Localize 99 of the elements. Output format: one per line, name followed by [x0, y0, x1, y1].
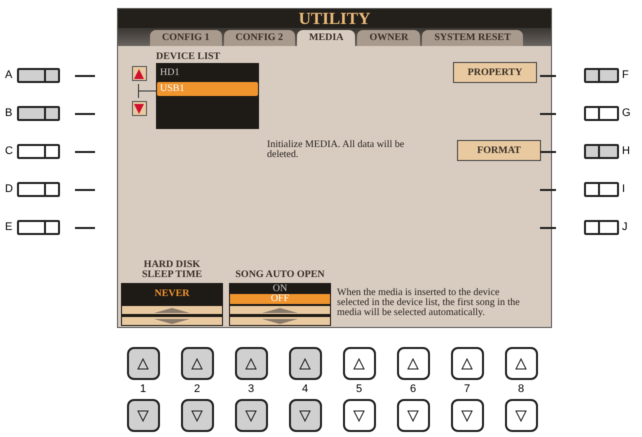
button-label: G	[622, 106, 630, 122]
tab[interactable]: CONFIG 1	[150, 30, 222, 46]
down-arrow-icon	[133, 102, 145, 114]
option-item[interactable]: ON	[230, 284, 330, 294]
button-number: 6	[410, 383, 416, 396]
tab[interactable]: OWNER	[357, 30, 420, 46]
down-button[interactable]	[126, 399, 160, 432]
up-arrow-icon	[133, 68, 145, 80]
tab[interactable]: CONFIG 2	[224, 30, 295, 46]
song-auto-open-help: When the media is inserted to the device selected in the device list, the first song in the media will be selected automatically.	[337, 288, 521, 320]
up-button[interactable]	[504, 347, 538, 380]
up-button[interactable]	[234, 347, 268, 380]
button-label: F	[622, 68, 630, 84]
panel-button[interactable]	[17, 106, 60, 121]
button-number: 4	[302, 383, 308, 396]
up-arrow-icon	[461, 358, 473, 370]
button-label: E	[5, 220, 13, 236]
tree-connector-icon	[138, 84, 156, 98]
down-arrow-icon	[137, 410, 149, 422]
leader-line	[540, 112, 556, 114]
leader-line	[75, 150, 95, 152]
up-arrow-icon	[515, 358, 527, 370]
button-number: 3	[248, 383, 254, 396]
up-arrow-icon	[262, 308, 298, 312]
increment-button[interactable]	[230, 306, 330, 314]
leader-line	[75, 226, 95, 228]
scroll-down-button[interactable]	[132, 101, 146, 116]
leader-line	[75, 188, 95, 190]
panel-button[interactable]	[584, 68, 619, 83]
up-arrow-icon	[407, 358, 419, 370]
button-label: I	[622, 182, 626, 198]
up-arrow-icon	[154, 308, 190, 312]
up-arrow-icon	[299, 358, 311, 370]
down-button[interactable]	[342, 399, 376, 432]
leader-line	[540, 150, 556, 152]
up-button[interactable]	[288, 347, 322, 380]
up-arrow-icon	[353, 358, 365, 370]
leader-line	[540, 74, 556, 76]
decrement-button[interactable]	[122, 317, 222, 325]
panel-button[interactable]	[584, 106, 619, 121]
device-item[interactable]: HD1	[157, 66, 258, 80]
down-button[interactable]	[180, 399, 214, 432]
leader-line	[540, 226, 556, 228]
button-number: 2	[194, 383, 200, 396]
down-arrow-icon	[245, 410, 257, 422]
panel-button[interactable]	[584, 220, 619, 235]
format-button[interactable]: FORMAT	[457, 140, 541, 161]
button-label: C	[5, 144, 13, 160]
panel-button[interactable]	[584, 144, 619, 159]
up-button[interactable]	[126, 347, 160, 380]
leader-line	[540, 188, 556, 190]
screen-title: UTILITY	[118, 9, 551, 28]
up-arrow-icon	[245, 358, 257, 370]
song-auto-open-label: SONG AUTO OPEN	[234, 270, 326, 280]
format-description: Initialize MEDIA. All data will be deleted.	[267, 140, 406, 160]
up-arrow-icon	[137, 358, 149, 370]
button-label: D	[5, 182, 13, 198]
property-button[interactable]: PROPERTY	[453, 62, 537, 83]
down-arrow-icon	[461, 410, 473, 422]
panel-button[interactable]	[584, 182, 619, 197]
panel-button[interactable]	[17, 182, 60, 197]
down-button[interactable]	[288, 399, 322, 432]
down-arrow-icon	[299, 410, 311, 422]
button-label: A	[5, 68, 13, 84]
up-button[interactable]	[180, 347, 214, 380]
up-arrow-icon	[191, 358, 203, 370]
panel-button[interactable]	[17, 68, 60, 83]
button-label: B	[5, 106, 13, 122]
tab[interactable]: MEDIA	[297, 30, 356, 46]
increment-button[interactable]	[122, 306, 222, 314]
button-label: J	[622, 220, 628, 236]
up-button[interactable]	[450, 347, 484, 380]
sleep-time-label: HARD DISK SLEEP TIME	[140, 260, 204, 280]
leader-line	[75, 112, 95, 114]
panel-button[interactable]	[17, 144, 60, 159]
down-button[interactable]	[396, 399, 430, 432]
panel-button[interactable]	[17, 220, 60, 235]
down-arrow-icon	[262, 318, 298, 324]
up-button[interactable]	[342, 347, 376, 380]
down-arrow-icon	[407, 410, 419, 422]
down-arrow-icon	[515, 410, 527, 422]
down-button[interactable]	[450, 399, 484, 432]
down-arrow-icon	[353, 410, 365, 422]
scroll-up-button[interactable]	[132, 66, 146, 81]
sleep-time-value: NEVER	[153, 287, 190, 301]
leader-line	[75, 74, 95, 76]
up-button[interactable]	[396, 347, 430, 380]
button-label: H	[622, 144, 630, 160]
device-list-label: DEVICE LIST	[156, 51, 222, 63]
down-button[interactable]	[504, 399, 538, 432]
tab[interactable]: SYSTEM RESET	[422, 30, 523, 46]
button-number: 5	[356, 383, 362, 396]
down-arrow-icon	[154, 318, 190, 324]
down-button[interactable]	[234, 399, 268, 432]
decrement-button[interactable]	[230, 317, 330, 325]
button-number: 7	[464, 383, 470, 396]
button-number: 8	[518, 383, 524, 396]
down-arrow-icon	[191, 410, 203, 422]
button-number: 1	[140, 383, 146, 396]
